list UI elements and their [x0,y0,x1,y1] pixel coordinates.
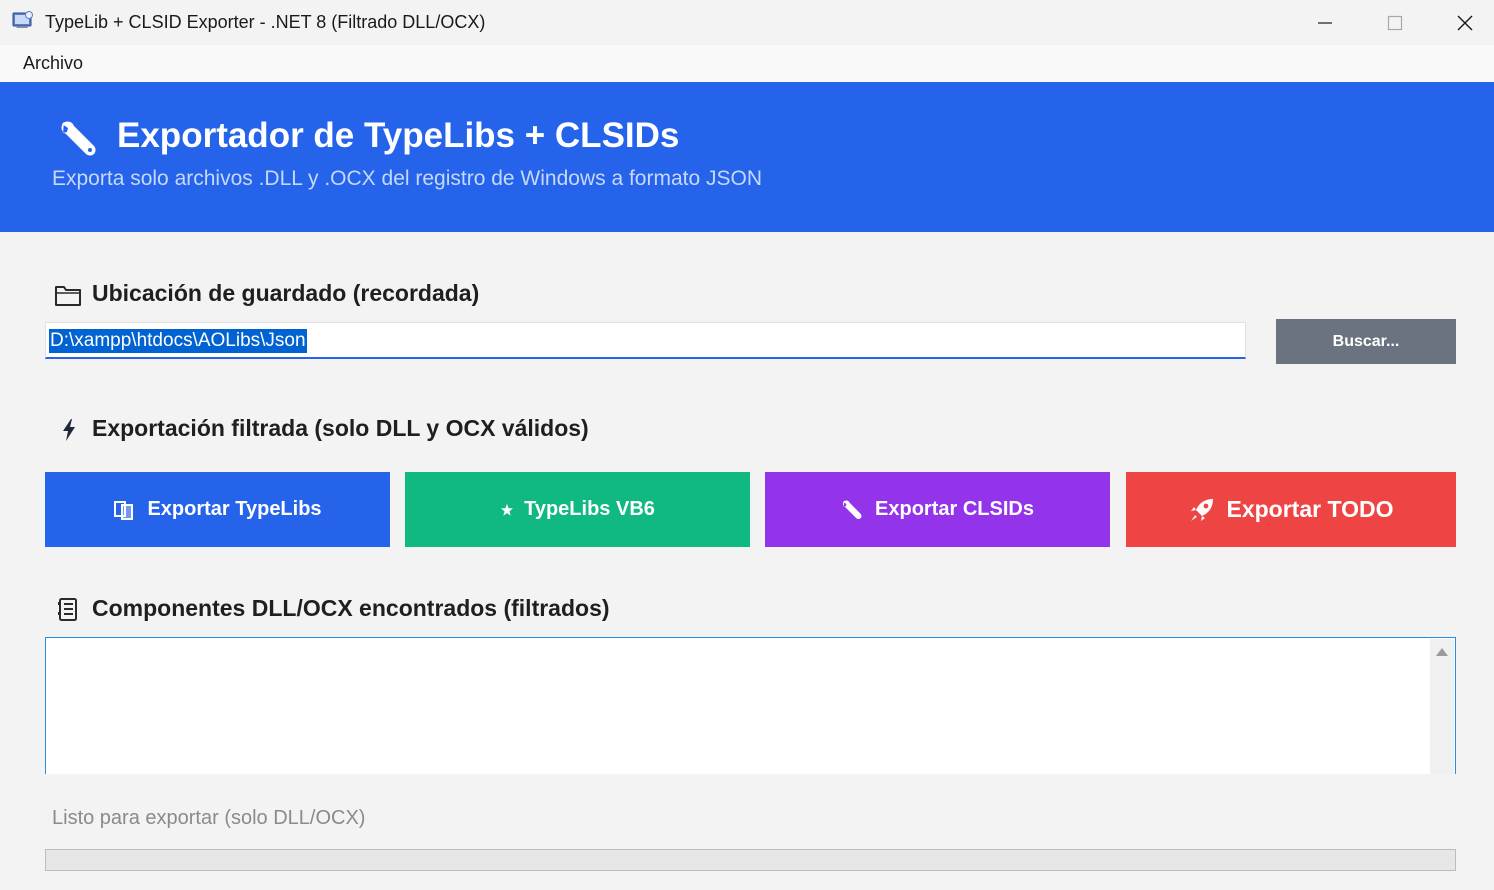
save-path-value: D:\xampp\htdocs\AOLibs\Json [49,329,307,353]
typelibs-vb6-label: TypeLibs VB6 [524,498,655,520]
scroll-up-arrow-icon[interactable] [1436,648,1448,656]
typelibs-vb6-button[interactable]: TypeLibs VB6 [405,472,750,547]
export-heading: Exportación filtrada (solo DLL y OCX vál… [92,415,589,441]
star-icon [500,503,514,517]
export-typelibs-button[interactable]: Exportar TypeLibs [45,472,390,547]
browse-button[interactable]: Buscar... [1276,319,1456,364]
header-banner [0,82,1494,232]
folder-icon [55,286,81,306]
save-path-input[interactable]: D:\xampp\htdocs\AOLibs\Json [45,322,1246,359]
rocket-icon [1189,497,1217,523]
header-subtitle: Exporta solo archivos .DLL y .OCX del re… [52,167,763,190]
close-button[interactable] [1430,0,1494,45]
menu-bar: Archivo [0,45,1494,82]
export-typelibs-label: Exportar TypeLibs [147,498,322,520]
components-list[interactable] [45,637,1456,774]
app-icon [12,11,33,28]
maximize-button[interactable] [1360,0,1430,45]
wrench-icon [841,498,865,522]
header-title: Exportador de TypeLibs + CLSIDs [117,116,680,155]
menu-item-archivo[interactable]: Archivo [14,45,92,82]
minimize-icon [1318,21,1332,24]
wrench-icon [61,121,96,156]
list-scrollbar[interactable] [1430,639,1454,774]
maximize-icon [1387,15,1403,30]
lightning-bolt-icon [63,419,75,441]
progress-bar [45,849,1456,871]
components-heading: Componentes DLL/OCX encontrados (filtrad… [92,595,610,621]
minimize-button[interactable] [1290,0,1360,45]
export-clsids-label: Exportar CLSIDs [875,498,1034,520]
export-all-label: Exportar TODO [1226,496,1394,522]
save-location-heading: Ubicación de guardado (recordada) [92,280,480,306]
close-icon [1457,15,1473,30]
ledger-icon [58,598,77,621]
window-title: TypeLib + CLSID Exporter - .NET 8 (Filtr… [45,12,486,32]
copy-documents-icon [113,499,137,521]
status-text: Listo para exportar (solo DLL/OCX) [52,807,366,829]
export-clsids-button[interactable]: Exportar CLSIDs [765,472,1110,547]
export-all-button[interactable]: Exportar TODO [1126,472,1456,547]
